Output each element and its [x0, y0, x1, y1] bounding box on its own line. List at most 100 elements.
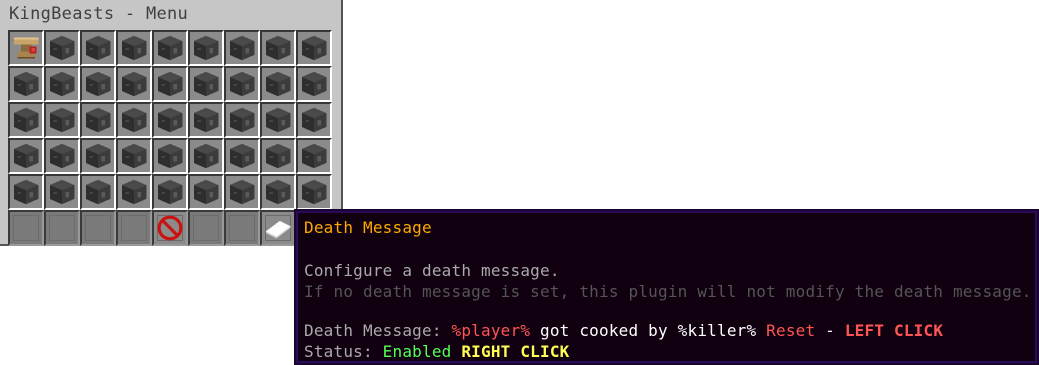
inventory-slot[interactable] [224, 66, 260, 102]
inventory-slot[interactable] [260, 102, 296, 138]
locked-cube-icon [156, 178, 184, 206]
tooltip-death-message-line: Death Message: %player% got cooked by %k… [304, 321, 943, 340]
inventory-slot[interactable] [8, 138, 44, 174]
inventory-slot[interactable] [116, 102, 152, 138]
locked-cube-icon [120, 178, 148, 206]
bottom-slot[interactable] [152, 210, 188, 246]
locked-cube-icon [228, 106, 256, 134]
locked-cube-icon [12, 70, 40, 98]
locked-cube-icon [300, 70, 328, 98]
inventory-slot[interactable] [152, 102, 188, 138]
inventory-slot[interactable] [80, 30, 116, 66]
locked-cube-icon [12, 106, 40, 134]
death-message-killer: %killer% [677, 321, 757, 340]
inventory-slot[interactable] [224, 138, 260, 174]
inventory-slot[interactable] [296, 66, 332, 102]
locked-cube-icon [84, 70, 112, 98]
bottom-slot[interactable] [80, 210, 116, 246]
locked-cube-icon [228, 70, 256, 98]
inventory-slot[interactable] [260, 138, 296, 174]
inventory-slot[interactable] [224, 174, 260, 210]
inventory-slot[interactable] [80, 174, 116, 210]
locked-cube-icon [48, 34, 76, 62]
inventory-slot[interactable] [80, 102, 116, 138]
inventory-slot[interactable] [152, 30, 188, 66]
inventory-slot[interactable] [44, 102, 80, 138]
locked-cube-icon [120, 70, 148, 98]
locked-cube-icon [84, 34, 112, 62]
inventory-slot[interactable] [260, 174, 296, 210]
inventory-slot[interactable] [80, 66, 116, 102]
inventory-slot[interactable] [44, 66, 80, 102]
inventory-slot[interactable] [152, 66, 188, 102]
tooltip-title: Death Message [304, 218, 432, 237]
locked-cube-icon [156, 142, 184, 170]
locked-cube-icon [12, 142, 40, 170]
inventory-slot[interactable] [296, 30, 332, 66]
locked-cube-icon [264, 34, 292, 62]
inventory-slot[interactable] [116, 174, 152, 210]
locked-cube-icon [120, 142, 148, 170]
locked-cube-icon [300, 106, 328, 134]
locked-cube-icon [300, 34, 328, 62]
locked-cube-icon [264, 70, 292, 98]
chest-menu-window: KingBeasts - Menu [0, 0, 343, 246]
inventory-slot[interactable] [296, 174, 332, 210]
menu-bottom-row [8, 210, 296, 246]
inventory-slot[interactable] [8, 66, 44, 102]
inventory-slot[interactable] [224, 102, 260, 138]
menu-slot-grid [8, 30, 332, 210]
locked-cube-icon [264, 178, 292, 206]
bottom-slot[interactable] [8, 210, 44, 246]
bottom-slot[interactable] [260, 210, 296, 246]
inventory-slot[interactable] [188, 30, 224, 66]
death-message-action: LEFT CLICK [844, 321, 944, 340]
inventory-slot[interactable] [296, 138, 332, 174]
menu-title: KingBeasts - Menu [9, 4, 189, 24]
inventory-slot[interactable] [44, 174, 80, 210]
inventory-slot[interactable] [8, 30, 44, 66]
locked-cube-icon [264, 106, 292, 134]
bottom-slot[interactable] [116, 210, 152, 246]
bottom-slot[interactable] [188, 210, 224, 246]
inventory-slot[interactable] [260, 66, 296, 102]
locked-cube-icon [192, 70, 220, 98]
locked-cube-icon [192, 178, 220, 206]
locked-cube-icon [228, 178, 256, 206]
bottom-slot[interactable] [44, 210, 80, 246]
inventory-slot[interactable] [260, 30, 296, 66]
locked-cube-icon [48, 106, 76, 134]
inventory-slot[interactable] [188, 174, 224, 210]
inventory-slot[interactable] [116, 138, 152, 174]
inventory-slot[interactable] [116, 30, 152, 66]
locked-cube-icon [192, 142, 220, 170]
locked-cube-icon [48, 178, 76, 206]
inventory-slot[interactable] [152, 138, 188, 174]
inventory-slot[interactable] [80, 138, 116, 174]
death-message-reset: Reset [756, 321, 816, 340]
inventory-slot[interactable] [44, 138, 80, 174]
inventory-slot[interactable] [44, 30, 80, 66]
inventory-slot[interactable] [188, 102, 224, 138]
inventory-slot[interactable] [224, 30, 260, 66]
status-label: Status: [304, 342, 383, 361]
tooltip-description: Configure a death message. [304, 261, 560, 280]
locked-cube-icon [48, 70, 76, 98]
locked-cube-icon [156, 70, 184, 98]
inventory-slot[interactable] [8, 174, 44, 210]
paper-icon [264, 214, 292, 242]
tooltip-description-note: If no death message is set, this plugin … [304, 282, 1032, 301]
locked-cube-icon [120, 106, 148, 134]
inventory-slot[interactable] [188, 138, 224, 174]
bottom-slot[interactable] [224, 210, 260, 246]
inventory-slot[interactable] [8, 102, 44, 138]
locked-cube-icon [84, 106, 112, 134]
inventory-slot[interactable] [188, 66, 224, 102]
tooltip-status-line: Status: Enabled RIGHT CLICK [304, 342, 570, 361]
locked-cube-icon [84, 178, 112, 206]
locked-cube-icon [84, 142, 112, 170]
inventory-slot[interactable] [296, 102, 332, 138]
locked-cube-icon [228, 34, 256, 62]
inventory-slot[interactable] [116, 66, 152, 102]
inventory-slot[interactable] [152, 174, 188, 210]
